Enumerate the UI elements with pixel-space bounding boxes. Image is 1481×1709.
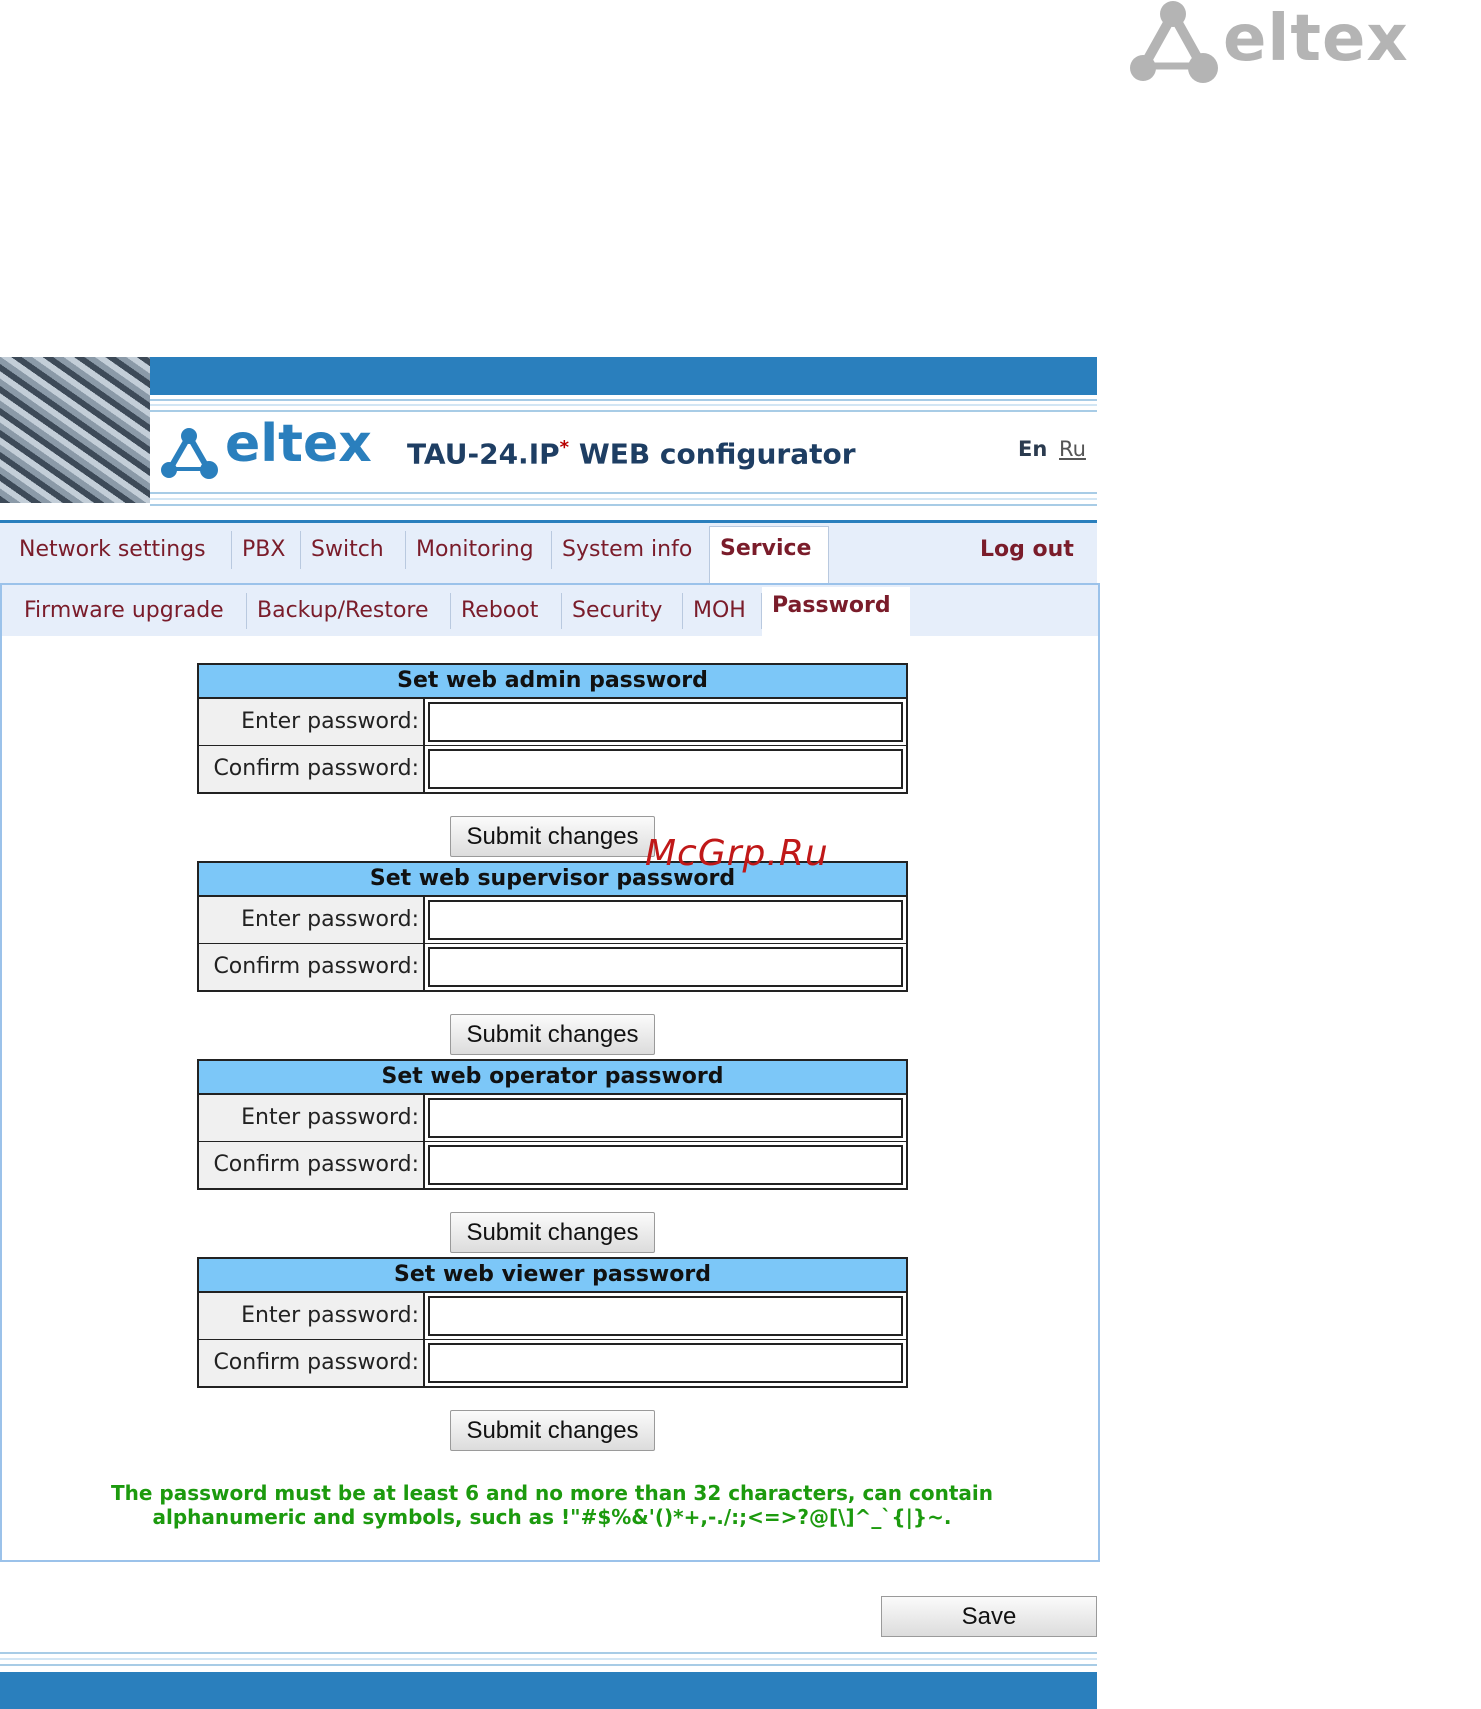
title-mark: * bbox=[559, 437, 570, 458]
footer-bar bbox=[0, 1652, 1097, 1709]
device-title: TAU-24.IP bbox=[407, 437, 560, 471]
title-suffix: WEB configurator bbox=[578, 437, 856, 471]
admin-confirm-password-input[interactable] bbox=[428, 749, 903, 789]
confirm-password-row: Confirm password: bbox=[199, 1142, 906, 1188]
note-line: alphanumeric and symbols, such as !"#$%&… bbox=[152, 1505, 952, 1529]
content-panel: Firmware upgrade Backup/Restore Reboot S… bbox=[0, 583, 1100, 1562]
tab-pbx[interactable]: PBX bbox=[232, 531, 301, 569]
admin-enter-password-input[interactable] bbox=[428, 702, 903, 742]
page-title: TAU-24.IP* WEB configurator bbox=[407, 437, 856, 470]
header-photo bbox=[0, 357, 150, 503]
supervisor-submit-button[interactable]: Submit changes bbox=[450, 1014, 655, 1055]
subtab-reboot[interactable]: Reboot bbox=[451, 593, 562, 629]
corner-wordmark: eltex bbox=[1223, 2, 1409, 76]
admin-submit-button[interactable]: Submit changes bbox=[450, 816, 655, 857]
enter-password-row: Enter password: bbox=[199, 897, 906, 944]
operator-confirm-password-input[interactable] bbox=[428, 1145, 903, 1185]
header-stripe bbox=[150, 504, 1097, 506]
header-stripe bbox=[150, 410, 1097, 412]
header-stripe bbox=[150, 404, 1097, 406]
eltex-logo-icon bbox=[161, 428, 218, 479]
enter-password-label: Enter password: bbox=[199, 1095, 425, 1141]
tab-network-settings[interactable]: Network settings bbox=[9, 531, 232, 569]
operator-password-table: Set web operator password Enter password… bbox=[197, 1059, 908, 1190]
tab-system-info[interactable]: System info bbox=[552, 531, 709, 569]
header-wordmark: eltex bbox=[225, 414, 372, 474]
main-nav: Network settings PBX Switch Monitoring S… bbox=[0, 523, 1097, 583]
header-stripe bbox=[150, 498, 1097, 500]
supervisor-enter-password-input[interactable] bbox=[428, 900, 903, 940]
enter-password-label: Enter password: bbox=[199, 699, 425, 745]
confirm-password-label: Confirm password: bbox=[199, 746, 425, 792]
password-rules-note: The password must be at least 6 and no m… bbox=[42, 1481, 1062, 1529]
enter-password-row: Enter password: bbox=[199, 1095, 906, 1142]
confirm-password-label: Confirm password: bbox=[199, 944, 425, 990]
viewer-submit-button[interactable]: Submit changes bbox=[450, 1410, 655, 1451]
watermark: McGrp.Ru bbox=[645, 833, 829, 874]
save-button[interactable]: Save bbox=[881, 1596, 1097, 1637]
subtab-backup-restore[interactable]: Backup/Restore bbox=[247, 593, 451, 629]
confirm-password-label: Confirm password: bbox=[199, 1340, 425, 1386]
supervisor-password-table: Set web supervisor password Enter passwo… bbox=[197, 861, 908, 992]
header-stripe bbox=[150, 492, 1097, 494]
app-header: eltex TAU-24.IP* WEB configurator En Ru bbox=[0, 357, 1097, 525]
subtab-security[interactable]: Security bbox=[562, 593, 683, 629]
confirm-password-row: Confirm password: bbox=[199, 944, 906, 990]
enter-password-row: Enter password: bbox=[199, 699, 906, 746]
corner-brand-logo: eltex bbox=[1126, 0, 1481, 86]
confirm-password-label: Confirm password: bbox=[199, 1142, 425, 1188]
viewer-enter-password-input[interactable] bbox=[428, 1296, 903, 1336]
header-top-bar bbox=[150, 357, 1097, 395]
operator-submit-button[interactable]: Submit changes bbox=[450, 1212, 655, 1253]
subtab-firmware-upgrade[interactable]: Firmware upgrade bbox=[14, 593, 247, 629]
sub-nav: Firmware upgrade Backup/Restore Reboot S… bbox=[2, 585, 1098, 636]
tab-monitoring[interactable]: Monitoring bbox=[406, 531, 552, 569]
admin-password-table: Set web admin password Enter password: C… bbox=[197, 663, 908, 794]
enter-password-label: Enter password: bbox=[199, 897, 425, 943]
confirm-password-row: Confirm password: bbox=[199, 1340, 906, 1386]
supervisor-confirm-password-input[interactable] bbox=[428, 947, 903, 987]
enter-password-label: Enter password: bbox=[199, 1293, 425, 1339]
tab-switch[interactable]: Switch bbox=[301, 531, 406, 569]
eltex-logo-icon bbox=[1130, 1, 1218, 83]
viewer-confirm-password-input[interactable] bbox=[428, 1343, 903, 1383]
note-line: The password must be at least 6 and no m… bbox=[111, 1481, 993, 1505]
viewer-password-table: Set web viewer password Enter password: … bbox=[197, 1257, 908, 1388]
section-title: Set web operator password bbox=[199, 1061, 906, 1095]
enter-password-row: Enter password: bbox=[199, 1293, 906, 1340]
subtab-moh[interactable]: MOH bbox=[683, 593, 762, 629]
operator-enter-password-input[interactable] bbox=[428, 1098, 903, 1138]
language-ru-link[interactable]: Ru bbox=[1059, 437, 1086, 461]
section-title: Set web viewer password bbox=[199, 1259, 906, 1293]
subtab-password[interactable]: Password bbox=[762, 587, 910, 636]
logout-link[interactable]: Log out bbox=[980, 531, 1074, 569]
language-en[interactable]: En bbox=[1018, 437, 1047, 461]
section-title: Set web admin password bbox=[199, 665, 906, 699]
tab-service[interactable]: Service bbox=[709, 526, 829, 583]
confirm-password-row: Confirm password: bbox=[199, 746, 906, 792]
header-stripe bbox=[150, 399, 1097, 401]
